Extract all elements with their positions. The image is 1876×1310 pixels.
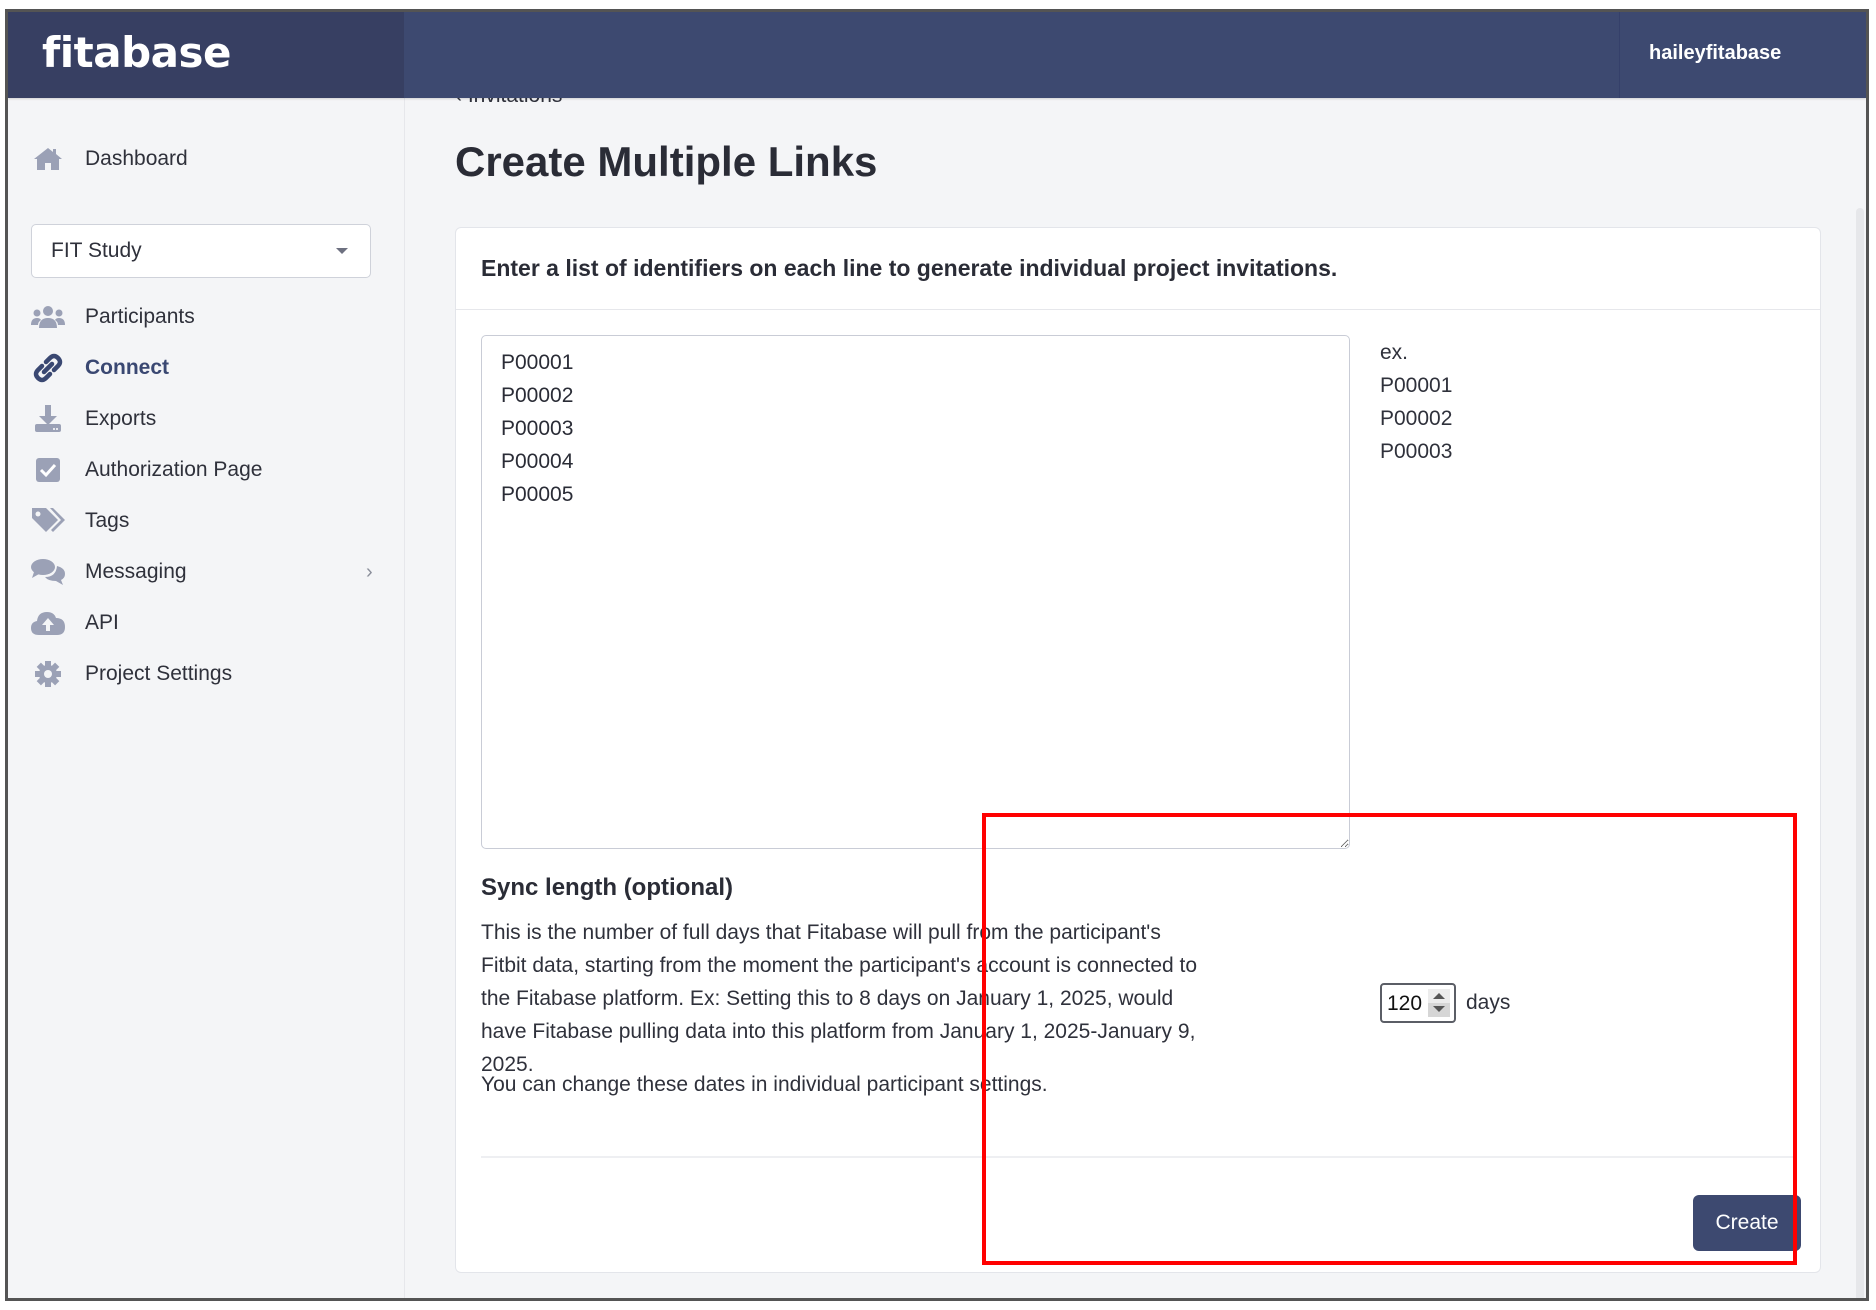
sidebar-item-project-settings[interactable]: Project Settings	[8, 652, 404, 696]
identifiers-textarea[interactable]: P00001 P00002 P00003 P00004 P00005	[481, 335, 1350, 849]
sidebar-item-dashboard[interactable]: Dashboard	[8, 137, 404, 181]
page-title: Create Multiple Links	[455, 138, 878, 185]
main-content: ‹ Invitations Create Multiple Links Ente…	[405, 84, 1866, 1298]
sidebar-item-messaging[interactable]: Messaging ›	[8, 550, 404, 594]
days-label: days	[1466, 991, 1511, 1014]
sync-days-input[interactable]: 120	[1380, 983, 1456, 1023]
sidebar-item-participants[interactable]: Participants	[8, 295, 404, 339]
project-select-value: FIT Study	[51, 239, 142, 262]
spin-up-icon[interactable]	[1433, 993, 1445, 999]
users-icon	[30, 302, 66, 332]
header-divider	[1619, 12, 1620, 98]
sidebar-item-label: Messaging	[85, 560, 187, 583]
caret-down-icon	[336, 248, 348, 254]
fitabase-logo[interactable]: fitabase	[42, 28, 231, 77]
number-spinner[interactable]	[1428, 989, 1450, 1017]
example-item: P00002	[1380, 407, 1453, 430]
sync-days-field: 120 days	[1380, 983, 1510, 1023]
sync-days-value: 120	[1387, 992, 1423, 1015]
create-links-card: Enter a list of identifiers on each line…	[455, 227, 1821, 1273]
comments-icon	[30, 557, 66, 587]
example-item: P00003	[1380, 440, 1453, 463]
gear-icon	[30, 659, 66, 689]
card-divider	[481, 1156, 1797, 1158]
sidebar-item-label: Authorization Page	[85, 458, 263, 481]
app-window: fitabase haileyfitabase Dashboard FIT St…	[5, 9, 1869, 1301]
download-icon	[30, 404, 66, 434]
sidebar-item-authorization-page[interactable]: Authorization Page	[8, 448, 404, 492]
sidebar-item-label: Project Settings	[85, 662, 233, 685]
page-scrollbar[interactable]	[1856, 208, 1864, 1298]
sidebar-item-label: Participants	[85, 305, 195, 328]
spin-down-icon[interactable]	[1433, 1006, 1445, 1012]
chevron-right-icon[interactable]: ›	[366, 561, 373, 584]
sidebar: Dashboard FIT Study Participants Connect…	[8, 98, 405, 1298]
sidebar-item-label: Tags	[85, 509, 130, 532]
logo-area: fitabase	[8, 12, 404, 98]
example-label: ex.	[1380, 341, 1409, 364]
card-header-text: Enter a list of identifiers on each line…	[481, 255, 1338, 281]
top-header: fitabase haileyfitabase	[8, 12, 1866, 98]
sidebar-item-exports[interactable]: Exports	[8, 397, 404, 441]
create-button[interactable]: Create	[1693, 1195, 1801, 1251]
link-icon	[30, 353, 66, 383]
checkbox-icon	[30, 455, 66, 485]
sync-length-description: This is the number of full days that Fit…	[481, 921, 1198, 1076]
card-header: Enter a list of identifiers on each line…	[456, 228, 1820, 310]
sidebar-item-label: Dashboard	[85, 147, 188, 170]
sync-length-note: You can change these dates in individual…	[481, 1073, 1048, 1096]
sidebar-item-label: Connect	[85, 356, 169, 379]
example-list: ex. P00001 P00002 P00003	[1380, 336, 1452, 468]
project-select[interactable]: FIT Study	[31, 224, 371, 278]
sidebar-item-connect[interactable]: Connect	[8, 346, 404, 390]
sidebar-item-label: Exports	[85, 407, 157, 430]
example-item: P00001	[1380, 374, 1453, 397]
home-icon	[30, 144, 66, 174]
sync-length-title: Sync length (optional)	[481, 874, 733, 901]
sidebar-item-label: API	[85, 611, 119, 634]
sidebar-item-api[interactable]: API	[8, 601, 404, 645]
user-menu[interactable]: haileyfitabase	[1649, 42, 1781, 65]
sidebar-item-tags[interactable]: Tags	[8, 499, 404, 543]
cloud-upload-icon	[30, 608, 66, 638]
tags-icon	[30, 506, 66, 536]
